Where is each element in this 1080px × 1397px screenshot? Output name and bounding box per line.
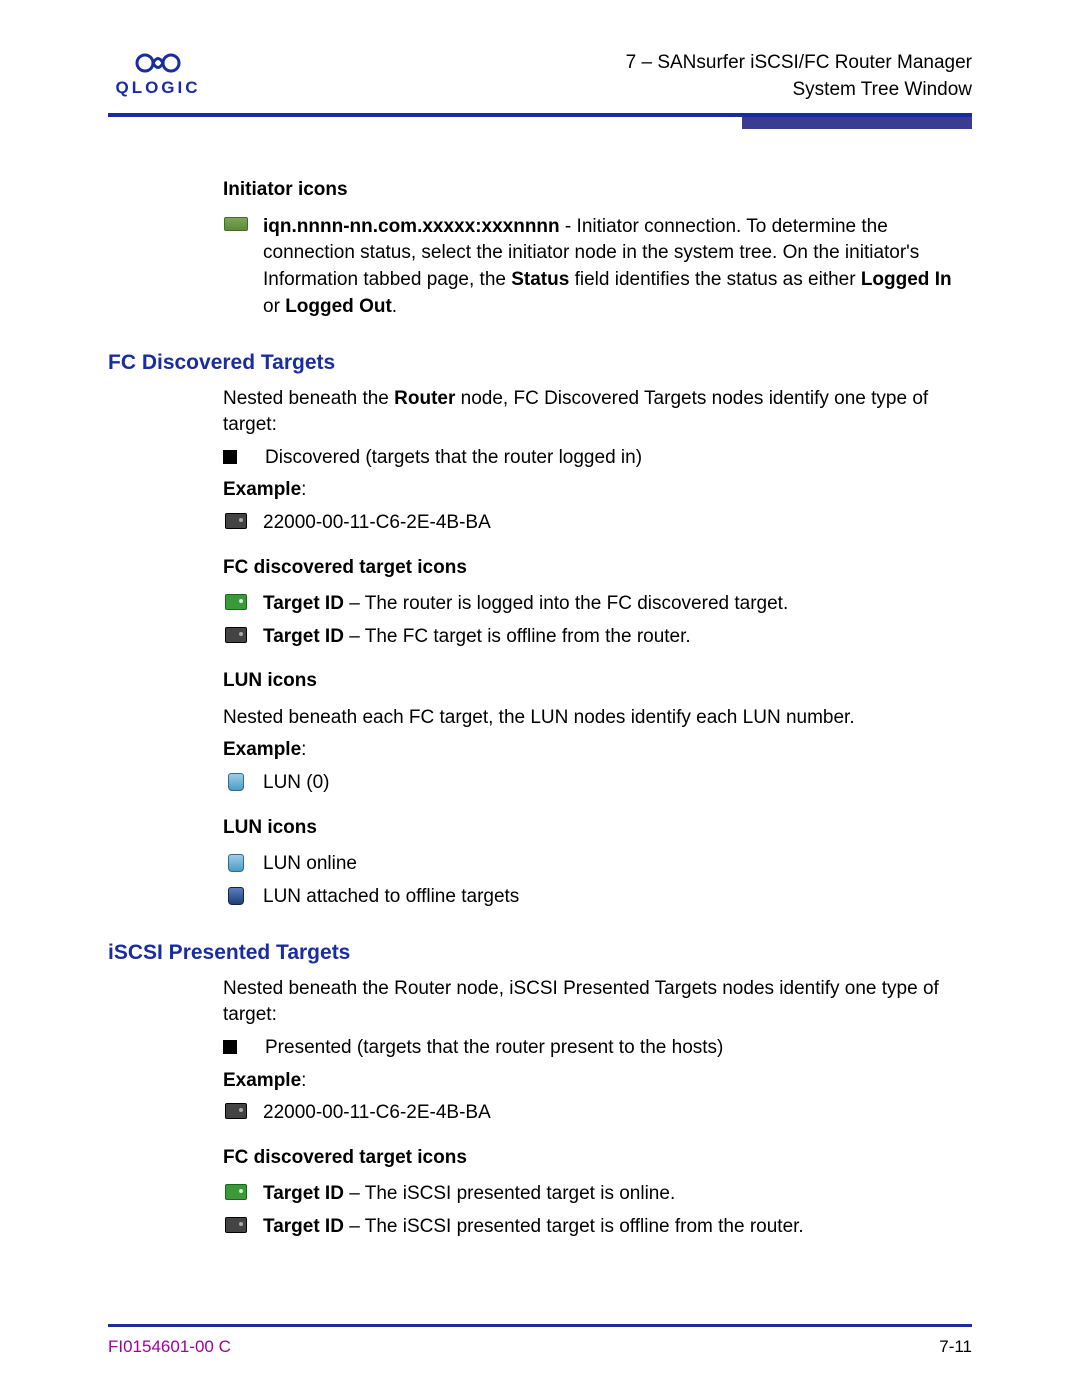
header-title: 7 – SANsurfer iSCSI/FC Router Manager Sy… bbox=[626, 50, 972, 103]
initiator-text: iqn.nnnn-nn.com.xxxxx:xxxnnnn - Initiato… bbox=[263, 214, 972, 320]
initiator-description: iqn.nnnn-nn.com.xxxxx:xxxnnnn - Initiato… bbox=[223, 214, 972, 320]
lun-example-label: Example: bbox=[223, 737, 972, 764]
drive-icon bbox=[223, 1100, 249, 1119]
fc-target-online: Target ID – The router is logged into th… bbox=[223, 591, 972, 618]
header-line2: System Tree Window bbox=[626, 77, 972, 104]
iscsi-bullet-text: Presented (targets that the router prese… bbox=[265, 1035, 972, 1062]
page-footer: FI0154601-00 C 7-11 bbox=[108, 1324, 972, 1357]
fc-intro: Nested beneath the Router node, FC Disco… bbox=[223, 386, 972, 439]
page-number: 7-11 bbox=[939, 1337, 972, 1357]
lun-dark-icon bbox=[223, 884, 249, 905]
lun-online: LUN online bbox=[223, 851, 972, 878]
iscsi-target-offline: Target ID – The iSCSI presented target i… bbox=[223, 1214, 972, 1241]
fc-icons-heading: FC discovered target icons bbox=[223, 555, 972, 582]
lun-example-value: LUN (0) bbox=[263, 770, 972, 797]
page-header: QLOGIC 7 – SANsurfer iSCSI/FC Router Man… bbox=[108, 50, 972, 103]
initiator-icons-heading: Initiator icons bbox=[223, 177, 972, 204]
lun-online-text: LUN online bbox=[263, 851, 972, 878]
lun-icons-heading-1: LUN icons bbox=[223, 668, 972, 695]
iscsi-example-label: Example: bbox=[223, 1068, 972, 1095]
qlogic-logo: QLOGIC bbox=[108, 50, 208, 98]
initiator-icon bbox=[223, 214, 249, 231]
square-bullet-icon bbox=[223, 450, 237, 464]
logo-text: QLOGIC bbox=[108, 78, 208, 98]
lun-icon bbox=[223, 851, 249, 872]
fc-discovered-targets-heading: FC Discovered Targets bbox=[108, 348, 972, 377]
lun-icon bbox=[223, 770, 249, 791]
lun-offline-text: LUN attached to offline targets bbox=[263, 884, 972, 911]
drive-green-icon bbox=[223, 591, 249, 610]
iscsi-example: 22000-00-11-C6-2E-4B-BA bbox=[223, 1100, 972, 1127]
iscsi-presented-targets-heading: iSCSI Presented Targets bbox=[108, 938, 972, 967]
iscsi-target-online: Target ID – The iSCSI presented target i… bbox=[223, 1181, 972, 1208]
fc-target-offline: Target ID – The FC target is offline fro… bbox=[223, 624, 972, 651]
iscsi-bullet: Presented (targets that the router prese… bbox=[223, 1035, 972, 1062]
fc-example: 22000-00-11-C6-2E-4B-BA bbox=[223, 510, 972, 537]
footer-rule bbox=[108, 1324, 972, 1327]
iscsi-icons-heading: FC discovered target icons bbox=[223, 1145, 972, 1172]
fc-example-label: Example: bbox=[223, 477, 972, 504]
header-line1: 7 – SANsurfer iSCSI/FC Router Manager bbox=[626, 50, 972, 77]
header-tab bbox=[742, 117, 972, 129]
fc-bullet: Discovered (targets that the router logg… bbox=[223, 445, 972, 472]
drive-icon bbox=[223, 1214, 249, 1233]
page-content: Initiator icons iqn.nnnn-nn.com.xxxxx:xx… bbox=[108, 129, 972, 1240]
drive-icon bbox=[223, 624, 249, 643]
fc-example-value: 22000-00-11-C6-2E-4B-BA bbox=[263, 510, 972, 537]
lun-icons-heading-2: LUN icons bbox=[223, 815, 972, 842]
drive-icon bbox=[223, 510, 249, 529]
doc-number: FI0154601-00 C bbox=[108, 1337, 231, 1357]
lun-example: LUN (0) bbox=[223, 770, 972, 797]
drive-green-icon bbox=[223, 1181, 249, 1200]
header-tab-bar bbox=[108, 117, 972, 129]
iscsi-example-value: 22000-00-11-C6-2E-4B-BA bbox=[263, 1100, 972, 1127]
fc-bullet-text: Discovered (targets that the router logg… bbox=[265, 445, 972, 472]
lun-offline: LUN attached to offline targets bbox=[223, 884, 972, 911]
iscsi-intro: Nested beneath the Router node, iSCSI Pr… bbox=[223, 976, 972, 1029]
lun-intro: Nested beneath each FC target, the LUN n… bbox=[223, 705, 972, 732]
square-bullet-icon bbox=[223, 1040, 237, 1054]
